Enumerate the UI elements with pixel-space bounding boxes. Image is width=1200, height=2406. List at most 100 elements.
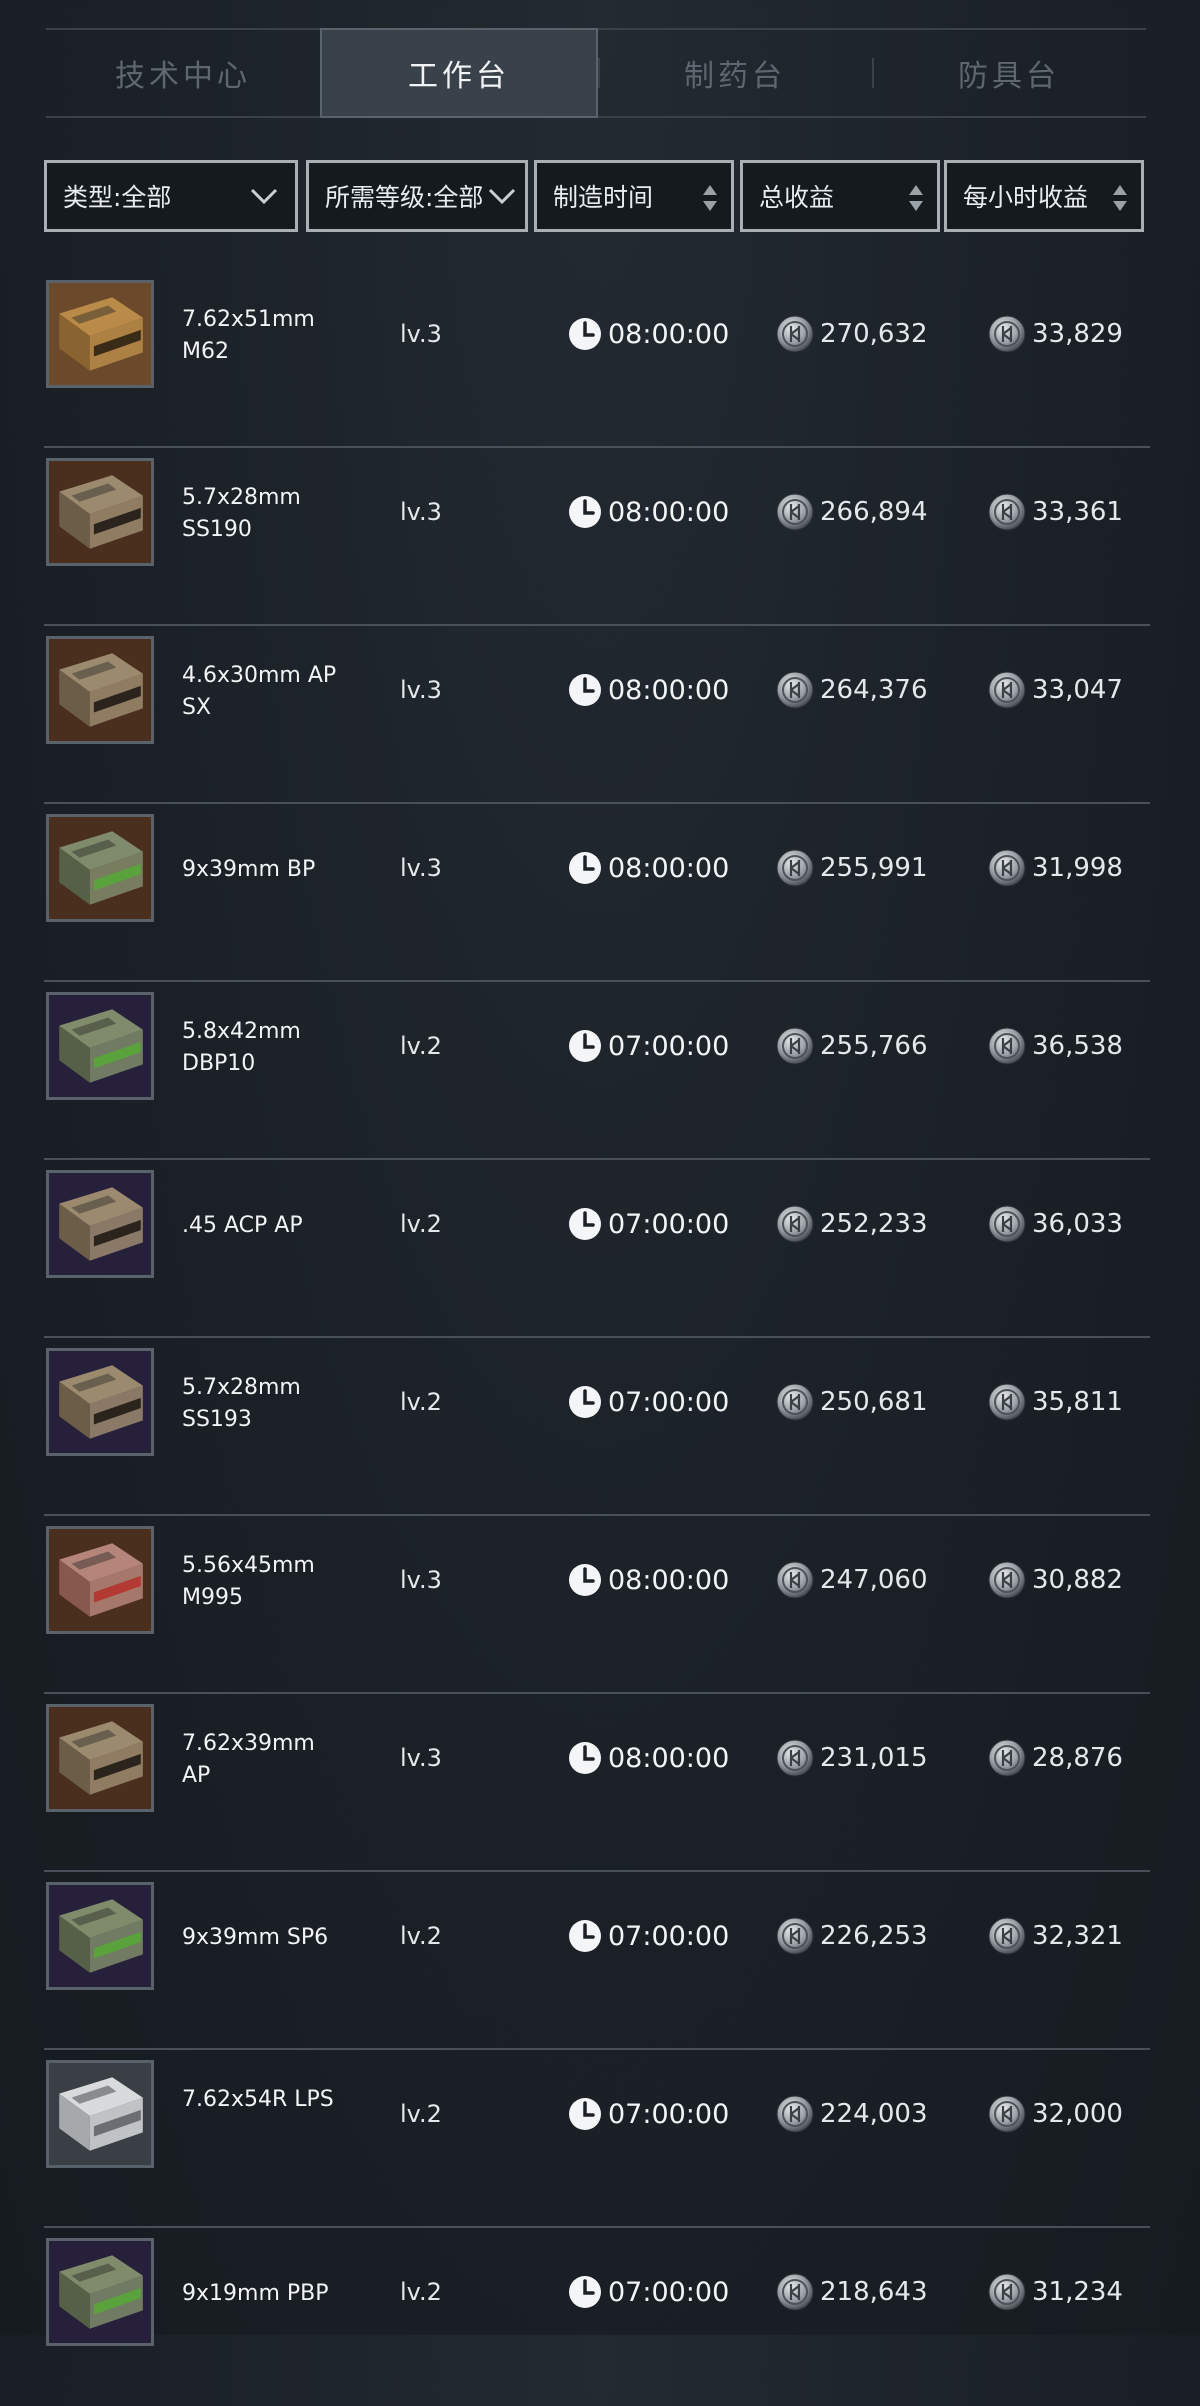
required-level: lv.3 [400,1744,442,1772]
craft-row[interactable]: 9x19mm PBP lv.2 07:00:00 218,643 31,234 [44,2228,1150,2406]
craft-row[interactable]: 5.7x28mm SS193 lv.2 07:00:00 250,681 35,… [44,1338,1150,1516]
hourly-profit: 28,876 [988,1738,1123,1778]
coin-icon [988,1561,1026,1599]
coin-icon [776,2095,814,2133]
coin-icon [776,2273,814,2311]
craft-row[interactable]: 9x39mm BP lv.3 08:00:00 255,991 31,998 [44,804,1150,982]
required-level: lv.2 [400,1388,442,1416]
required-level: lv.3 [400,320,442,348]
sort-by-total-profit[interactable]: 总收益 [740,160,940,232]
tab-armor[interactable]: 防具台 [872,30,1146,116]
total-profit-value: 252,233 [820,1209,928,1239]
sort-icon [1113,185,1127,211]
craft-time-value: 07:00:00 [608,1208,730,1240]
hourly-profit-value: 32,000 [1032,2099,1123,2129]
item-name: 7.62x51mm M62 [182,307,315,364]
item-name: 4.6x30mm AP SX [182,663,337,720]
craft-time: 08:00:00 [568,1738,729,1778]
type-filter-dropdown[interactable]: 类型:全部 [44,160,298,232]
total-profit-value: 264,376 [820,675,928,705]
coin-icon [988,671,1026,709]
ammo-box-icon [46,636,154,744]
item-name: 9x39mm BP [182,857,316,882]
coin-icon [776,1917,814,1955]
craft-time-value: 07:00:00 [608,1030,730,1062]
level-filter-dropdown[interactable]: 所需等级:全部 [306,160,528,232]
clock-icon [569,1920,601,1952]
craft-time-value: 07:00:00 [608,2276,730,2308]
sort-by-hourly-profit[interactable]: 每小时收益 [944,160,1144,232]
hourly-profit: 35,811 [988,1382,1123,1422]
coin-icon [988,849,1026,887]
coin-icon [776,1739,814,1777]
coin-icon [988,2095,1026,2133]
clock-icon [569,852,601,884]
craft-time: 08:00:00 [568,1560,729,1600]
craft-row[interactable]: 9x39mm SP6 lv.2 07:00:00 226,253 32,321 [44,1872,1150,2050]
total-profit: 226,253 [776,1916,928,1956]
craft-row[interactable]: .45 ACP AP lv.2 07:00:00 252,233 36,033 [44,1160,1150,1338]
required-level: lv.3 [400,1566,442,1594]
sort-icon [909,185,923,211]
craft-row[interactable]: 7.62x51mm M62 lv.3 08:00:00 270,632 33,8… [44,270,1150,448]
clock-icon [569,496,601,528]
craft-time-value: 08:00:00 [608,1564,730,1596]
clock-icon [569,1564,601,1596]
craft-time-value: 08:00:00 [608,852,730,884]
item-name: 9x39mm SP6 [182,1925,329,1950]
craft-row[interactable]: 5.56x45mm M995 lv.3 08:00:00 247,060 30,… [44,1516,1150,1694]
hourly-profit-value: 33,047 [1032,675,1123,705]
required-level: lv.2 [400,1922,442,1950]
total-profit-value: 226,253 [820,1921,928,1951]
total-profit: 266,894 [776,492,928,532]
hourly-profit-value: 36,033 [1032,1209,1123,1239]
workbench-tabs: 技术中心 工作台 制药台 防具台 [46,28,1146,118]
craft-row[interactable]: 5.8x42mm DBP10 lv.2 07:00:00 255,766 36,… [44,982,1150,1160]
required-level: lv.3 [400,854,442,882]
type-filter-label: 类型:全部 [63,183,172,212]
required-level: lv.3 [400,498,442,526]
hourly-profit-value: 31,998 [1032,853,1123,883]
sort-by-time[interactable]: 制造时间 [534,160,734,232]
coin-icon [776,671,814,709]
hourly-profit-value: 31,234 [1032,2277,1123,2307]
total-profit: 252,233 [776,1204,928,1244]
craft-time-value: 08:00:00 [608,318,730,350]
ammo-box-icon [46,1526,154,1634]
sort-hourly-label: 每小时收益 [963,183,1089,212]
craft-time: 07:00:00 [568,1026,729,1066]
craft-time: 07:00:00 [568,1916,729,1956]
item-name: 7.62x39mm AP [182,1731,315,1788]
craft-row[interactable]: 5.7x28mm SS190 lv.3 08:00:00 266,894 33,… [44,448,1150,626]
tab-pharmacy[interactable]: 制药台 [598,30,872,116]
craft-row[interactable]: 4.6x30mm AP SX lv.3 08:00:00 264,376 33,… [44,626,1150,804]
coin-icon [776,315,814,353]
total-profit: 231,015 [776,1738,928,1778]
coin-icon [988,1739,1026,1777]
item-name: .45 ACP AP [182,1213,303,1238]
coin-icon [776,1205,814,1243]
coin-icon [776,493,814,531]
hourly-profit: 33,361 [988,492,1123,532]
clock-icon [569,674,601,706]
required-level: lv.2 [400,1032,442,1060]
tab-workbench[interactable]: 工作台 [320,28,598,118]
coin-icon [776,1027,814,1065]
craft-row[interactable]: 7.62x39mm AP lv.3 08:00:00 231,015 28,87… [44,1694,1150,1872]
required-level: lv.3 [400,676,442,704]
ammo-box-icon [46,280,154,388]
hourly-profit: 30,882 [988,1560,1123,1600]
clock-icon [569,318,601,350]
chevron-down-icon [488,188,516,205]
coin-icon [776,1383,814,1421]
sort-total-label: 总收益 [759,183,835,212]
total-profit: 218,643 [776,2272,928,2312]
item-name: 5.8x42mm DBP10 [182,1019,301,1076]
total-profit: 270,632 [776,314,928,354]
clock-icon [569,1208,601,1240]
craft-time: 08:00:00 [568,492,729,532]
total-profit: 255,991 [776,848,928,888]
craft-row[interactable]: 7.62x54R LPS lv.2 07:00:00 224,003 32,00… [44,2050,1150,2228]
craft-time-value: 07:00:00 [608,1920,730,1952]
tab-tech-center[interactable]: 技术中心 [46,30,320,116]
